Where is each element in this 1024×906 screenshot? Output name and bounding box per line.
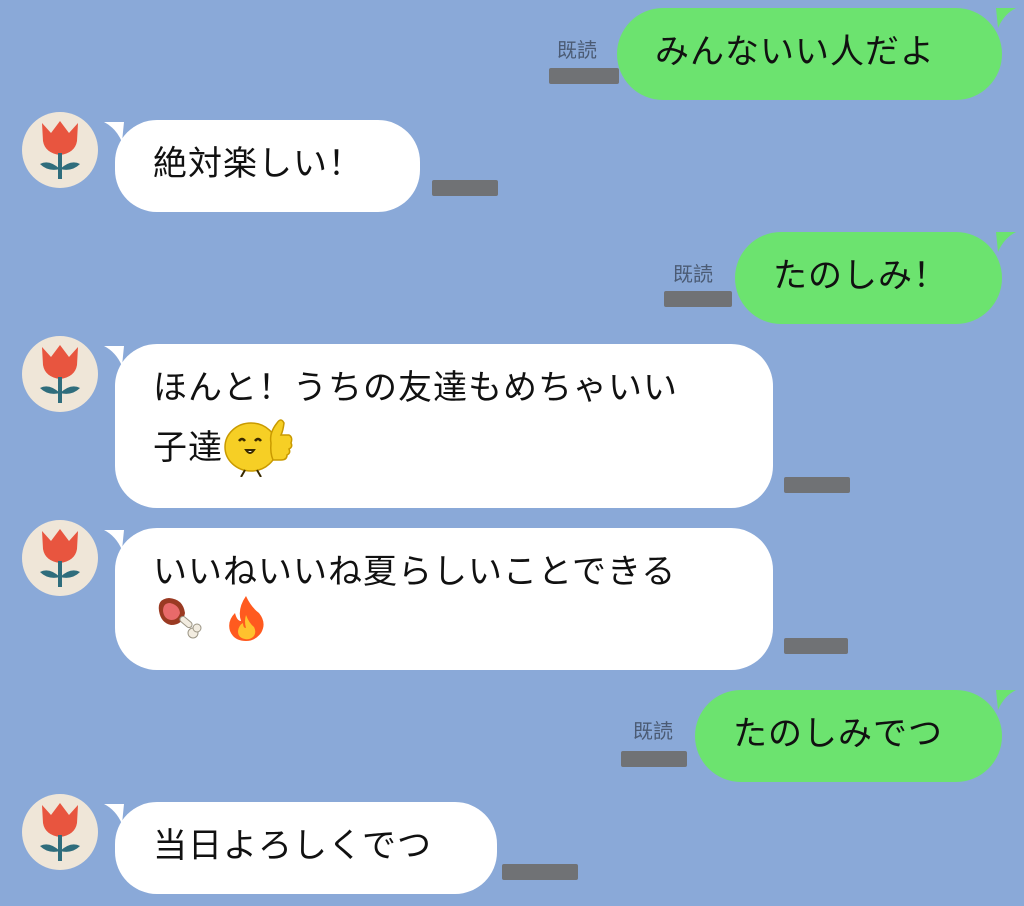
outgoing-message[interactable]: たのしみ！: [735, 232, 1002, 324]
outgoing-message[interactable]: みんないい人だよ: [617, 8, 1002, 100]
message-text: 当日よろしくでつ: [153, 826, 432, 866]
thumbs-up-chick-icon: [224, 419, 293, 478]
bubble-tail: [996, 8, 1016, 28]
read-receipt: 既読: [673, 262, 713, 286]
chat-log: 既読 みんないい人だよ 絶対楽しい！ 既読 たのしみ！ ほんと！うちの友達もめち: [0, 0, 1024, 906]
message-text-line: いいねいいね夏らしいことできる: [153, 552, 677, 592]
read-receipt: 既読: [557, 38, 597, 62]
message-text-line: 子達: [153, 413, 773, 478]
redacted-timestamp: [432, 180, 498, 196]
incoming-message[interactable]: ほんと！うちの友達もめちゃいい 子達: [115, 344, 773, 508]
message-text: 子達: [153, 428, 223, 469]
outgoing-message[interactable]: たのしみでつ: [695, 690, 1002, 782]
redacted-timestamp: [784, 638, 848, 654]
redacted-timestamp: [549, 68, 619, 84]
message-text: たのしみ！: [773, 256, 948, 296]
incoming-message[interactable]: 絶対楽しい！: [115, 120, 420, 212]
emoji-row: [153, 593, 773, 649]
avatar[interactable]: [22, 794, 98, 870]
incoming-message[interactable]: 当日よろしくでつ: [115, 802, 497, 894]
tulip-icon: [40, 345, 80, 403]
message-text: たのしみでつ: [733, 714, 943, 754]
redacted-timestamp: [502, 864, 578, 880]
message-text: 絶対楽しい！: [153, 144, 363, 184]
message-text-line: ほんと！うちの友達もめちゃいい: [153, 368, 678, 408]
avatar[interactable]: [22, 336, 98, 412]
tulip-icon: [40, 803, 80, 861]
bubble-tail: [996, 232, 1016, 252]
tulip-icon: [40, 529, 80, 587]
bubble-tail: [996, 690, 1016, 710]
read-receipt: 既読: [633, 719, 673, 743]
redacted-timestamp: [784, 477, 850, 493]
message-text: みんないい人だよ: [655, 32, 935, 72]
incoming-message[interactable]: いいねいいね夏らしいことできる: [115, 528, 773, 670]
avatar[interactable]: [22, 112, 98, 188]
meat-on-bone-icon: [158, 598, 202, 639]
tulip-icon: [40, 121, 80, 179]
redacted-timestamp: [621, 751, 687, 767]
redacted-timestamp: [664, 291, 732, 307]
avatar[interactable]: [22, 520, 98, 596]
fire-icon: [228, 596, 264, 642]
